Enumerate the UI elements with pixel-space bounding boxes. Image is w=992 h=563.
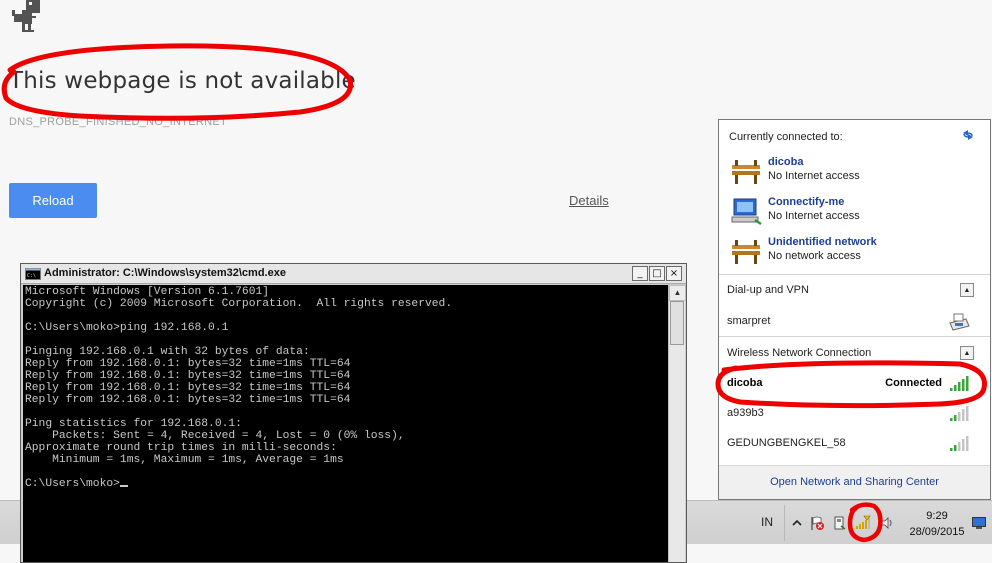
- wifi-network-name: dicoba: [727, 377, 763, 389]
- taskbar-clock[interactable]: 9:29 28/09/2015: [905, 508, 969, 540]
- connection-item[interactable]: Unidentified network No network access: [729, 234, 984, 268]
- wireless-section-header[interactable]: Wireless Network Connection: [727, 347, 871, 359]
- reload-button[interactable]: Reload: [9, 183, 97, 218]
- language-indicator[interactable]: IN: [761, 515, 773, 529]
- dialup-item-name: smarpret: [727, 315, 771, 327]
- section-divider: [719, 336, 990, 337]
- network-flyout: Currently connected to: dicoba No Intern…: [718, 119, 991, 500]
- connected-header: Currently connected to:: [729, 131, 843, 143]
- action-center-flag-icon[interactable]: [809, 515, 825, 531]
- notification-area: [784, 505, 904, 541]
- section-divider: [719, 274, 990, 275]
- svg-text:C:\: C:\: [27, 273, 36, 279]
- scroll-thumb[interactable]: [670, 301, 684, 345]
- show-desktop-icon[interactable]: [972, 517, 986, 529]
- maximize-button[interactable]: □: [649, 266, 665, 281]
- scroll-up-arrow-icon[interactable]: ▲: [669, 285, 686, 301]
- modem-icon: [949, 313, 970, 331]
- wifi-network-name: a939b3: [727, 407, 764, 419]
- connection-status: No Internet access: [768, 170, 860, 182]
- connection-item[interactable]: dicoba No Internet access: [729, 154, 984, 188]
- wifi-network-name: GEDUNGBENGKEL_58: [727, 437, 846, 449]
- wifi-network-status: Connected: [885, 377, 942, 389]
- connection-status: No Internet access: [768, 210, 860, 222]
- error-code: DNS_PROBE_FINISHED_NO_INTERNET: [9, 116, 228, 128]
- cmd-app-icon: C:\: [25, 268, 41, 280]
- cmd-window-title: Administrator: C:\Windows\system32\cmd.e…: [44, 267, 286, 279]
- volume-icon[interactable]: [879, 515, 895, 531]
- wifi-network-item[interactable]: a939b3: [719, 400, 990, 428]
- open-network-sharing-center-link[interactable]: Open Network and Sharing Center: [770, 476, 939, 488]
- cmd-console[interactable]: Microsoft Windows [Version 6.1.7601] Cop…: [23, 285, 668, 562]
- wifi-network-item[interactable]: dicoba Connected: [719, 370, 990, 398]
- wireless-signal-icon[interactable]: [855, 515, 871, 531]
- details-link[interactable]: Details: [569, 193, 609, 208]
- dialup-item[interactable]: smarpret: [719, 308, 990, 336]
- connection-name: Unidentified network: [768, 236, 877, 248]
- signal-strength-icon: [950, 436, 969, 451]
- cmd-title-bar[interactable]: C:\ Administrator: C:\Windows\system32\c…: [21, 264, 686, 284]
- minimize-button[interactable]: _: [632, 266, 648, 281]
- connection-name: Connectify-me: [768, 196, 845, 208]
- clock-date: 28/09/2015: [909, 526, 965, 538]
- close-button[interactable]: ×: [666, 266, 682, 281]
- computer-network-icon: [731, 198, 762, 226]
- connection-item[interactable]: Connectify-me No Internet access: [729, 194, 984, 228]
- refresh-networks-icon[interactable]: [960, 127, 976, 143]
- flyout-footer: Open Network and Sharing Center: [719, 465, 990, 499]
- connection-name: dicoba: [768, 156, 804, 168]
- console-cursor: [119, 485, 128, 487]
- offline-dino-icon: [12, 0, 40, 32]
- wireless-collapse-button[interactable]: ▲: [960, 346, 974, 360]
- console-output: Microsoft Windows [Version 6.1.7601] Cop…: [25, 286, 453, 490]
- signal-strength-icon: [950, 406, 969, 421]
- cmd-vertical-scrollbar[interactable]: ▲: [668, 285, 686, 562]
- error-title: This webpage is not available: [9, 68, 356, 94]
- dialup-vpn-header[interactable]: Dial-up and VPN: [727, 284, 809, 296]
- dialup-collapse-button[interactable]: ▲: [960, 283, 974, 297]
- removable-device-icon[interactable]: [831, 515, 847, 531]
- signal-strength-icon: [950, 376, 969, 391]
- show-hidden-icons-arrow[interactable]: [789, 515, 805, 531]
- bench-network-icon: [732, 240, 760, 264]
- cmd-window: C:\ Administrator: C:\Windows\system32\c…: [20, 263, 687, 563]
- clock-time: 9:29: [926, 510, 948, 522]
- bench-network-icon: [732, 160, 760, 184]
- wifi-network-item[interactable]: GEDUNGBENGKEL_58: [719, 430, 990, 458]
- connection-status: No network access: [768, 250, 861, 262]
